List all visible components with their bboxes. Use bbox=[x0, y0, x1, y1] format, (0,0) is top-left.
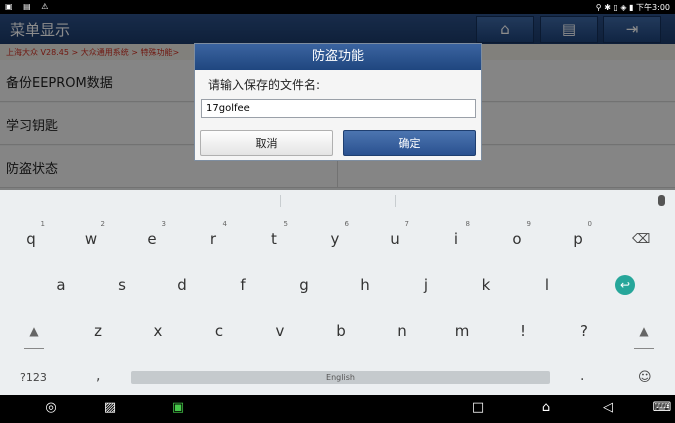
recent-apps-icon[interactable]: □ bbox=[466, 400, 490, 415]
key-i[interactable]: 8i bbox=[436, 220, 476, 248]
dialog-prompt: 请输入保存的文件名: bbox=[208, 78, 321, 92]
filename-input[interactable] bbox=[201, 99, 476, 118]
key-y[interactable]: 6y bbox=[315, 220, 355, 248]
shift-left-icon[interactable]: ▲ bbox=[24, 324, 44, 338]
cancel-button[interactable]: 取消 bbox=[200, 130, 333, 156]
key-z[interactable]: z bbox=[78, 322, 118, 340]
gallery-icon[interactable]: ▨ bbox=[98, 400, 122, 415]
key-f[interactable]: f bbox=[223, 276, 263, 294]
key-question[interactable]: ? bbox=[564, 322, 604, 340]
notification-icons: ▣ ▤ ⚠ bbox=[5, 2, 53, 11]
key-o[interactable]: 9o bbox=[497, 220, 537, 248]
period-key[interactable]: . bbox=[580, 368, 584, 384]
on-screen-keyboard: 1q 2w 3e 4r 5t 6y 7u 8i 9o 0p ⌫ a s d f … bbox=[0, 190, 675, 395]
shift-left-indicator bbox=[24, 348, 44, 349]
divider bbox=[395, 195, 396, 207]
status-time: 下午3:00 bbox=[636, 3, 670, 12]
key-t[interactable]: 5t bbox=[254, 220, 294, 248]
key-exclamation[interactable]: ! bbox=[503, 322, 543, 340]
key-v[interactable]: v bbox=[260, 322, 300, 340]
backspace-icon[interactable]: ⌫ bbox=[632, 232, 650, 247]
key-p[interactable]: 0p bbox=[558, 220, 598, 248]
key-k[interactable]: k bbox=[466, 276, 506, 294]
key-q[interactable]: 1q bbox=[11, 220, 51, 248]
key-n[interactable]: n bbox=[382, 322, 422, 340]
divider bbox=[280, 195, 281, 207]
key-e[interactable]: 3e bbox=[132, 220, 172, 248]
key-w[interactable]: 2w bbox=[71, 220, 111, 248]
comma-key[interactable]: , bbox=[96, 368, 100, 384]
key-b[interactable]: b bbox=[321, 322, 361, 340]
shift-right-icon[interactable]: ▲ bbox=[634, 324, 654, 338]
key-g[interactable]: g bbox=[284, 276, 324, 294]
key-d[interactable]: d bbox=[162, 276, 202, 294]
dialog-title: 防盗功能 bbox=[195, 44, 481, 70]
status-right: ⚲ ✱ ▯ ◈ ▮ 下午3:00 bbox=[595, 3, 670, 12]
key-c[interactable]: c bbox=[199, 322, 239, 340]
space-key[interactable]: English bbox=[131, 371, 550, 384]
key-s[interactable]: s bbox=[102, 276, 142, 294]
key-l[interactable]: l bbox=[527, 276, 567, 294]
key-u[interactable]: 7u bbox=[375, 220, 415, 248]
shift-right-indicator bbox=[634, 348, 654, 349]
microphone-icon[interactable] bbox=[658, 195, 665, 206]
key-j[interactable]: j bbox=[406, 276, 446, 294]
ok-button[interactable]: 确定 bbox=[343, 130, 476, 156]
key-a[interactable]: a bbox=[41, 276, 81, 294]
keyboard-toggle-icon[interactable]: ⌨ bbox=[650, 400, 674, 415]
immobilizer-dialog: 防盗功能 请输入保存的文件名: 取消 确定 bbox=[194, 43, 482, 161]
key-r[interactable]: 4r bbox=[193, 220, 233, 248]
system-nav-bar: ◎ ▨ ▣ □ ⌂ ◁ ⌨ bbox=[0, 395, 675, 423]
key-m[interactable]: m bbox=[442, 322, 482, 340]
symbols-key[interactable]: ?123 bbox=[20, 371, 47, 384]
back-icon[interactable]: ◁ bbox=[596, 400, 620, 415]
home-nav-icon[interactable]: ⌂ bbox=[534, 400, 558, 415]
key-x[interactable]: x bbox=[138, 322, 178, 340]
emoji-icon[interactable]: ☺ bbox=[638, 370, 652, 385]
vci-connector-icon[interactable]: ▣ bbox=[166, 400, 190, 415]
status-bar: ▣ ▤ ⚠ ⚲ ✱ ▯ ◈ ▮ 下午3:00 bbox=[0, 0, 675, 14]
launcher-icon[interactable]: ◎ bbox=[39, 400, 63, 415]
enter-icon[interactable]: ↩ bbox=[615, 275, 635, 295]
key-h[interactable]: h bbox=[345, 276, 385, 294]
suggestion-strip bbox=[0, 190, 675, 212]
